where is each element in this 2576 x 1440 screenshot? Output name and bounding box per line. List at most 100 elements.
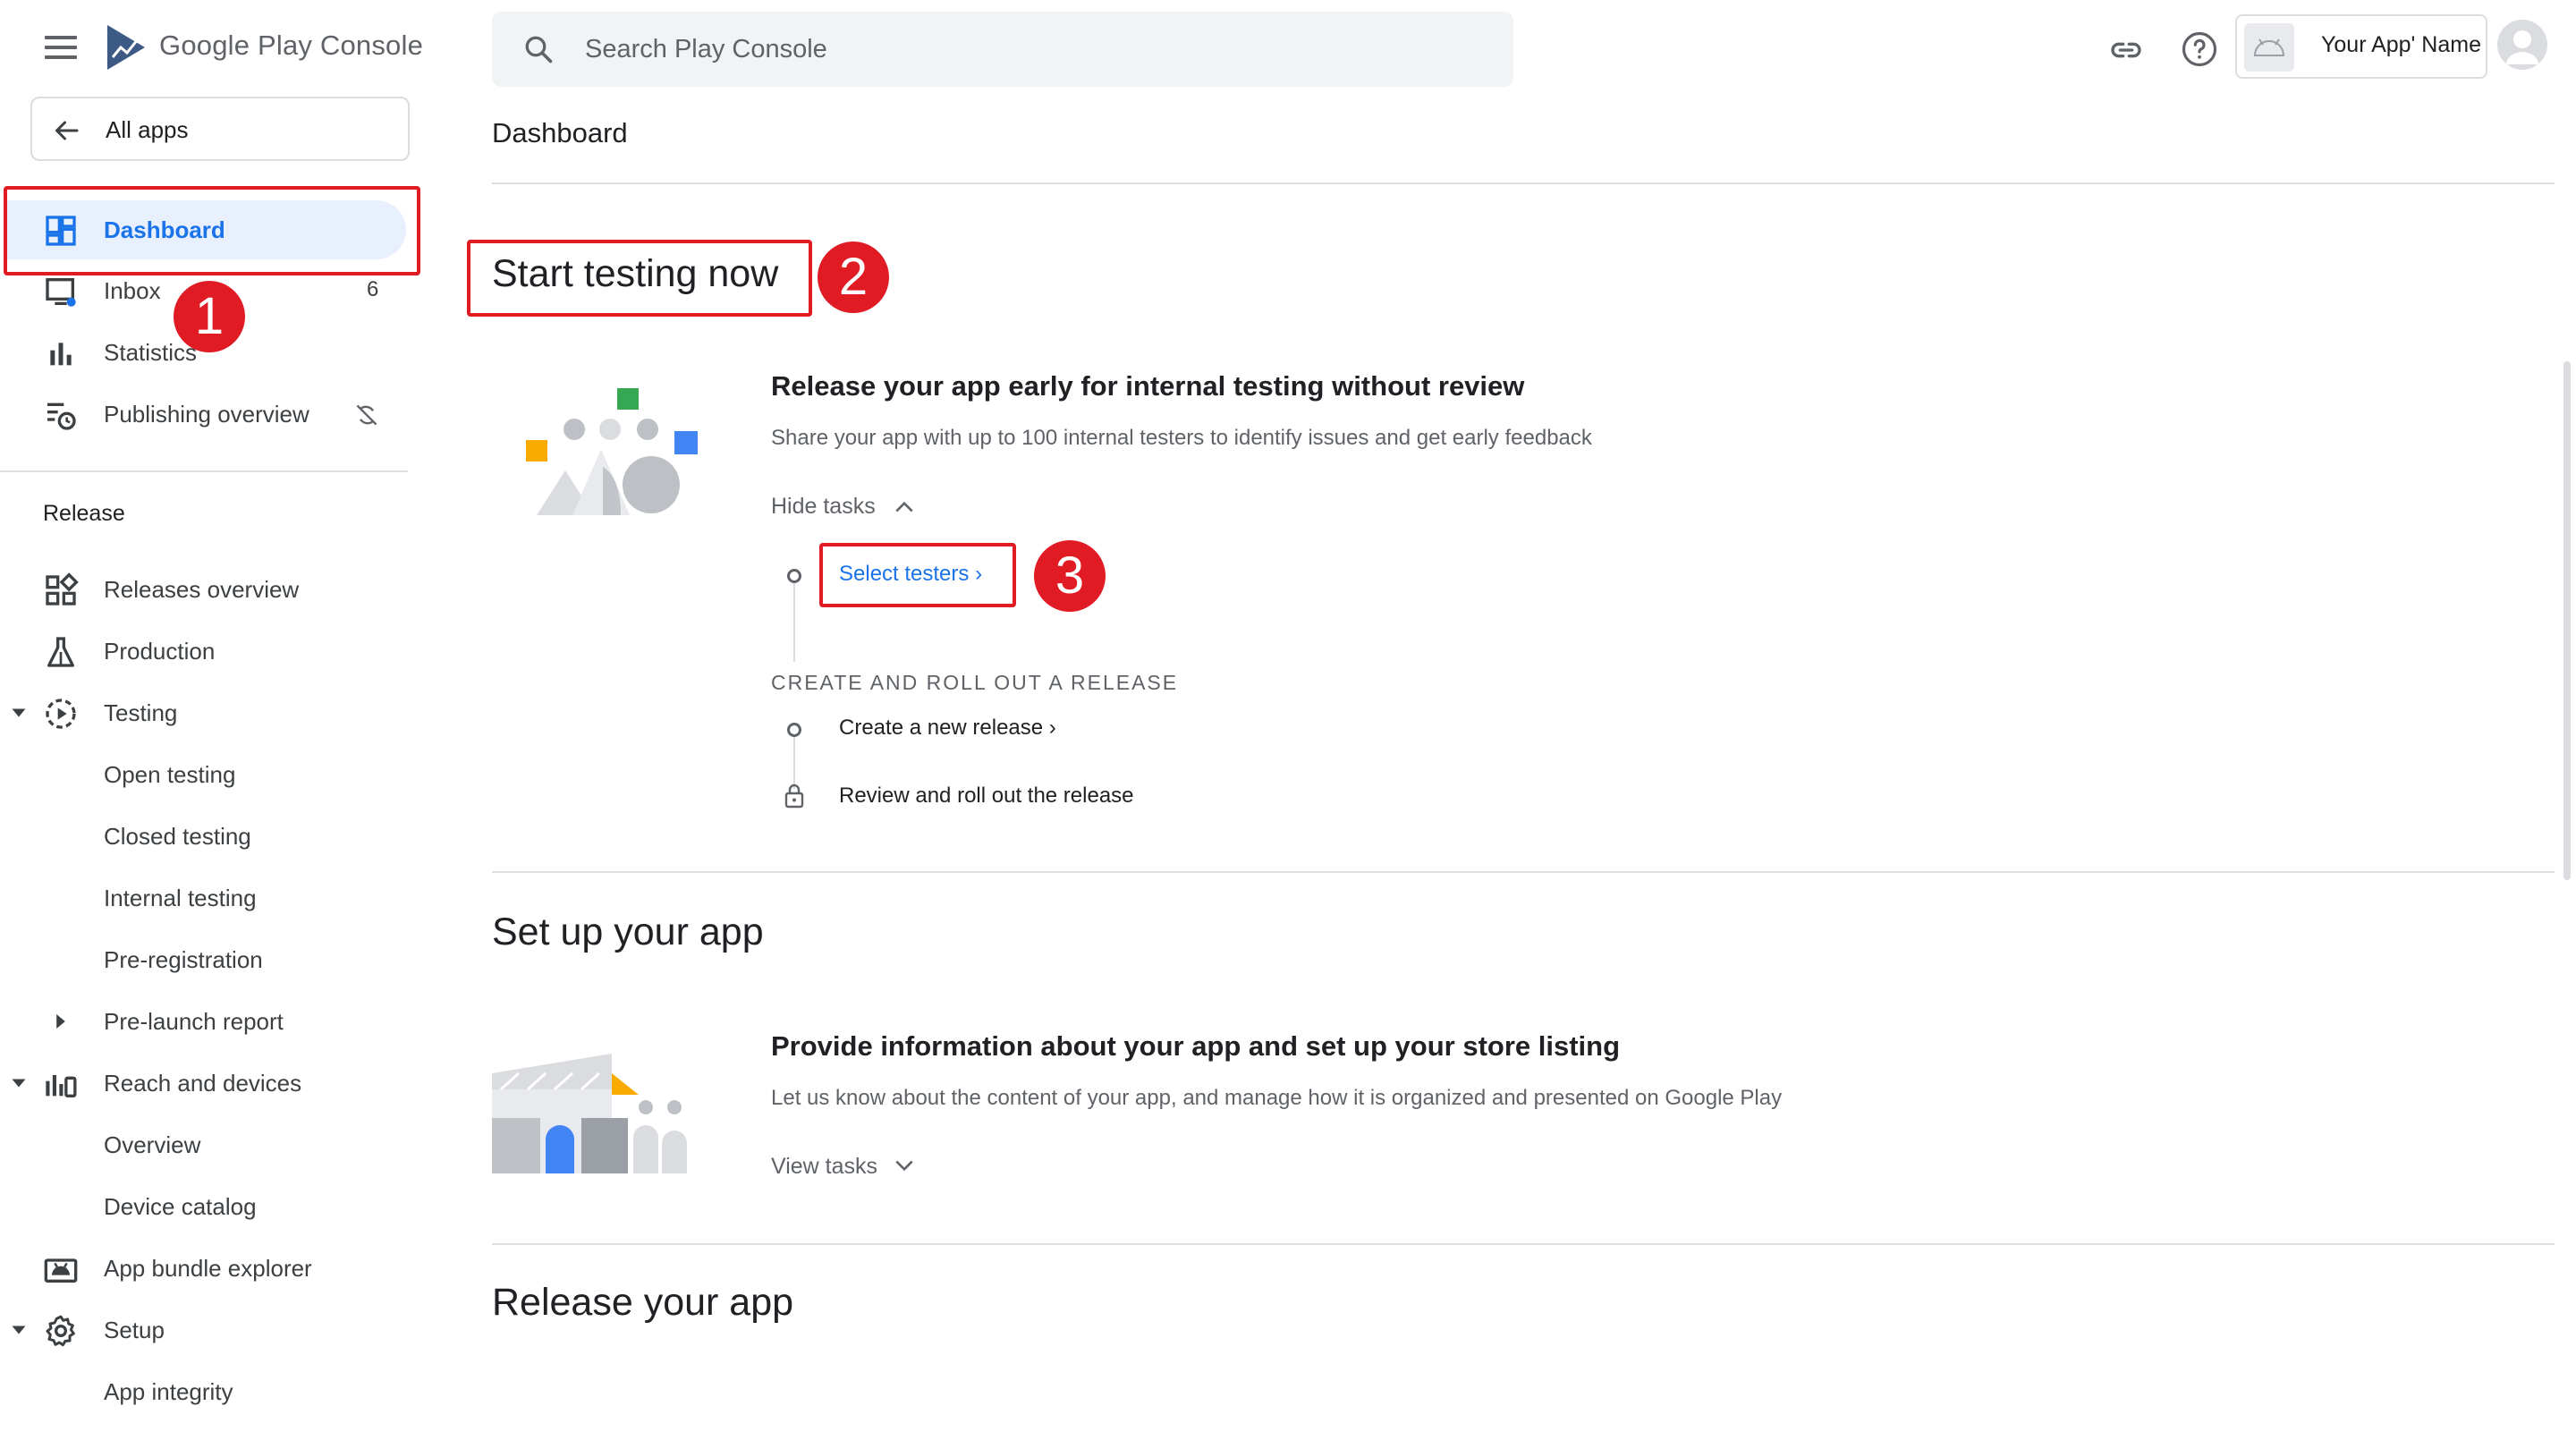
app-selector[interactable]: Your App' Name	[2235, 14, 2487, 79]
card-description-store-listing: Let us know about the content of your ap…	[771, 1086, 1783, 1110]
task-status-dot	[787, 569, 801, 583]
sidebar-item-label: Open testing	[104, 761, 236, 788]
step-marker-3: 3	[1034, 540, 1106, 612]
sidebar-item-app-integrity[interactable]: App integrity	[0, 1364, 411, 1419]
sidebar-item-pre-registration[interactable]: Pre-registration	[0, 932, 411, 987]
section-divider	[492, 871, 2555, 873]
sidebar-item-label: Statistics	[104, 339, 198, 366]
sidebar-item-label: Dashboard	[104, 216, 225, 243]
store-listing-illustration	[492, 1054, 687, 1173]
sidebar-item-overview[interactable]: Overview	[0, 1117, 411, 1173]
sidebar-item-label: App integrity	[104, 1378, 233, 1405]
expand-caret-down-icon[interactable]	[11, 705, 27, 721]
task-timeline-line	[793, 735, 795, 789]
play-console-logo	[107, 25, 145, 70]
all-apps-label: All apps	[106, 116, 189, 143]
brand-title: Google Play Console	[159, 30, 424, 61]
sidebar-item-publishing-overview[interactable]: Publishing overview	[0, 386, 411, 442]
sync-disabled-icon	[356, 404, 377, 426]
toggle-label: Hide tasks	[771, 494, 876, 519]
inbox-count: 6	[367, 277, 379, 301]
app-name: Your App' Name	[2321, 32, 2481, 57]
view-tasks-toggle[interactable]: View tasks	[771, 1154, 913, 1180]
title-divider	[492, 182, 2555, 184]
sidebar-item-label: Pre-registration	[104, 946, 263, 973]
review-rollout-task: Review and roll out the release	[839, 784, 1134, 808]
select-testers-link[interactable]: Select testers ›	[839, 562, 982, 587]
sidebar-item-internal-testing[interactable]: Internal testing	[0, 870, 411, 926]
subsection-label: CREATE AND ROLL OUT A RELEASE	[771, 671, 1179, 694]
section-heading-set-up-app: Set up your app	[492, 911, 764, 953]
link-icon[interactable]	[2108, 32, 2144, 68]
section-divider	[492, 1243, 2555, 1245]
sidebar-item-production[interactable]: Production	[0, 623, 411, 679]
sidebar-item-dashboard[interactable]: Dashboard	[0, 202, 411, 258]
sidebar-item-label: Reach and devices	[104, 1070, 302, 1097]
app-bundle-icon	[44, 1258, 78, 1283]
card-title-internal-testing: Release your app early for internal test…	[771, 370, 1525, 402]
main-scrollbar[interactable]	[2563, 361, 2571, 880]
bar-chart-icon	[50, 343, 72, 366]
create-release-label: Create a new release	[839, 716, 1044, 740]
back-arrow-icon	[55, 121, 79, 140]
page-title: Dashboard	[492, 117, 628, 148]
chevron-up-icon	[895, 501, 913, 512]
sidebar-item-testing[interactable]: Testing	[0, 685, 411, 741]
inbox-icon	[46, 278, 76, 307]
select-testers-label: Select testers	[839, 562, 970, 586]
expand-caret-right-icon[interactable]	[54, 1012, 68, 1030]
create-new-release-link[interactable]: Create a new release ›	[839, 716, 1056, 741]
help-icon[interactable]	[2181, 30, 2218, 68]
publishing-schedule-icon	[47, 402, 76, 430]
hide-tasks-toggle[interactable]: Hide tasks	[771, 494, 913, 520]
account-avatar[interactable]	[2497, 20, 2547, 70]
account-icon	[2506, 30, 2538, 64]
sidebar-item-label: Device catalog	[104, 1193, 257, 1220]
production-flask-icon	[47, 637, 75, 667]
hamburger-menu-icon[interactable]	[45, 36, 77, 63]
sidebar-item-setup[interactable]: Setup	[0, 1302, 411, 1358]
testing-play-icon	[46, 699, 76, 729]
toggle-label: View tasks	[771, 1154, 878, 1179]
section-heading-release-app: Release your app	[492, 1281, 794, 1324]
task-status-dot	[787, 723, 801, 737]
sidebar-item-releases-overview[interactable]: Releases overview	[0, 562, 411, 617]
expand-caret-down-icon[interactable]	[11, 1075, 27, 1091]
sidebar-item-label: Releases overview	[104, 576, 300, 603]
all-apps-button[interactable]: All apps	[30, 97, 410, 161]
release-section-title: Release	[43, 501, 125, 526]
search-bar[interactable]	[492, 12, 1513, 87]
android-app-icon	[2244, 23, 2294, 72]
section-heading-start-testing: Start testing now	[492, 252, 779, 295]
card-title-store-listing: Provide information about your app and s…	[771, 1030, 1621, 1062]
testing-illustration	[526, 388, 698, 515]
releases-grid-icon	[46, 572, 79, 606]
chevron-down-icon	[895, 1160, 913, 1172]
sidebar-divider	[0, 470, 408, 472]
sidebar-item-label: Overview	[104, 1131, 201, 1158]
sidebar-item-label: Closed testing	[104, 823, 251, 850]
sidebar-item-device-catalog[interactable]: Device catalog	[0, 1179, 411, 1234]
sidebar-item-app-bundle-explorer[interactable]: App bundle explorer	[0, 1241, 411, 1296]
card-description-internal-testing: Share your app with up to 100 internal t…	[771, 426, 1592, 450]
expand-caret-down-icon[interactable]	[11, 1322, 27, 1338]
step-marker-2: 2	[818, 241, 889, 313]
task-timeline-line	[793, 581, 795, 662]
sidebar-item-label: App bundle explorer	[104, 1255, 312, 1282]
search-icon	[525, 36, 553, 64]
step-marker-1: 1	[174, 281, 245, 352]
sidebar-item-label: Inbox	[104, 277, 161, 304]
sidebar-item-label: Pre-launch report	[104, 1008, 284, 1035]
sidebar-item-reach-and-devices[interactable]: Reach and devices	[0, 1055, 411, 1111]
lock-icon	[784, 784, 804, 809]
sidebar-item-label: Setup	[104, 1317, 165, 1343]
reach-devices-icon	[46, 1075, 77, 1097]
dashboard-icon	[46, 216, 76, 246]
gear-icon	[46, 1315, 75, 1347]
sidebar-item-label: Internal testing	[104, 885, 257, 911]
search-input[interactable]	[585, 12, 1479, 87]
sidebar-item-open-testing[interactable]: Open testing	[0, 747, 411, 802]
sidebar-item-pre-launch-report[interactable]: Pre-launch report	[0, 994, 411, 1049]
sidebar-item-closed-testing[interactable]: Closed testing	[0, 809, 411, 864]
sidebar-item-label: Testing	[104, 699, 178, 726]
